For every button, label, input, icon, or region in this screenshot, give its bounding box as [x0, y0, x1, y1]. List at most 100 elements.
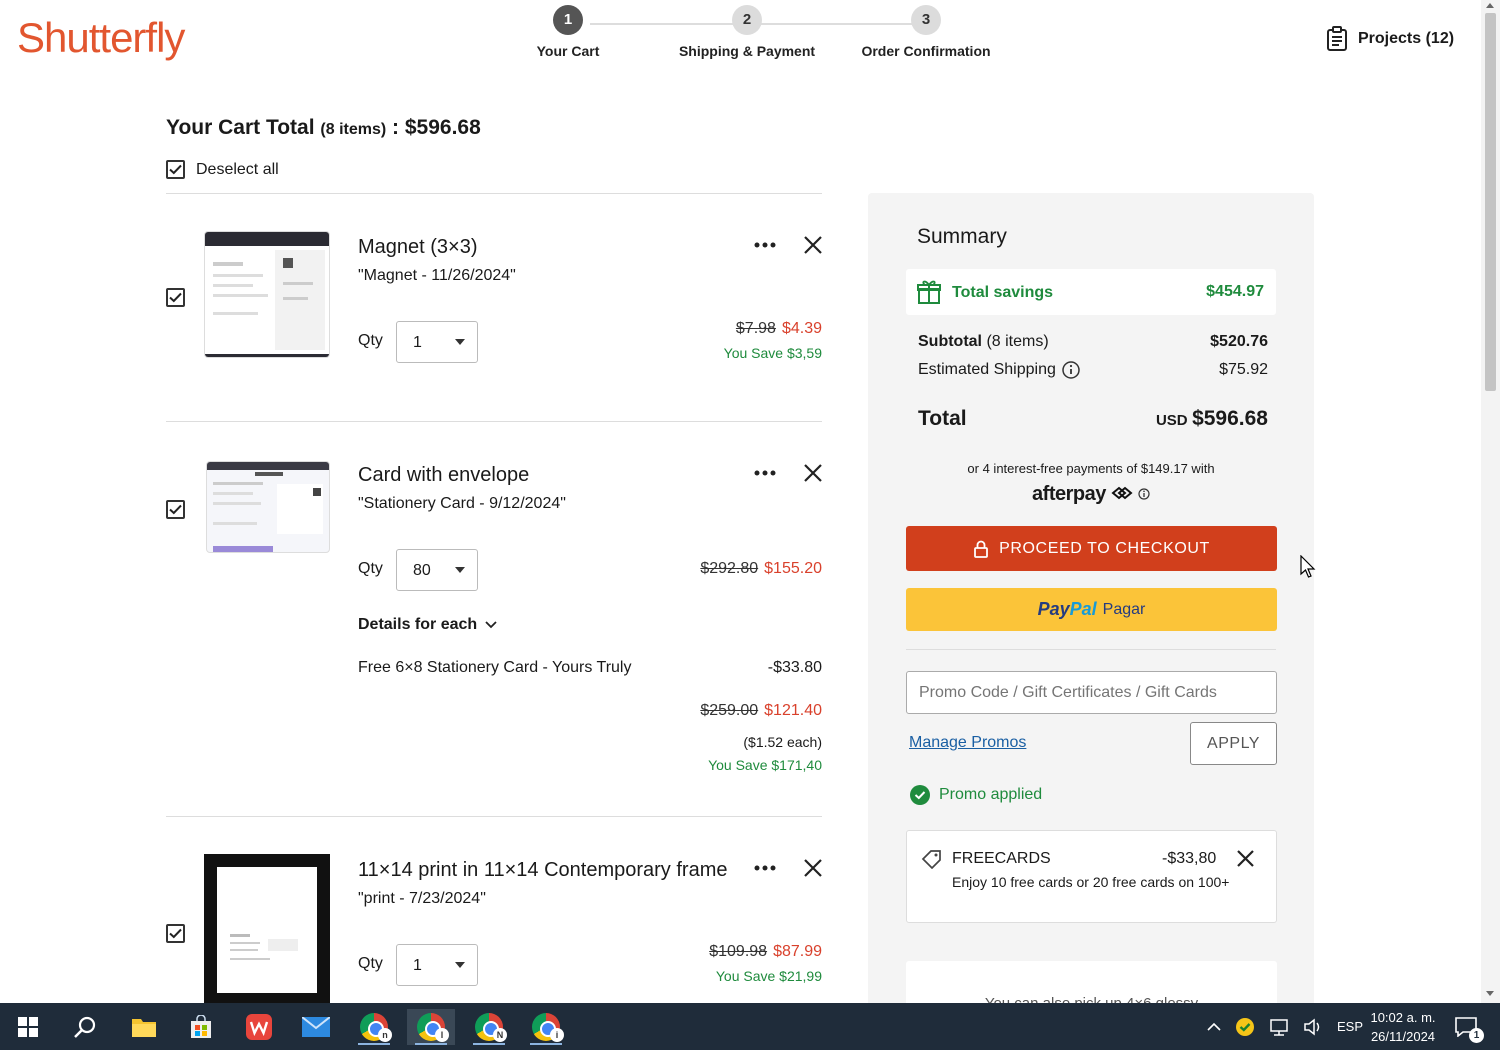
item-title[interactable]: Magnet (3×3) [358, 236, 478, 259]
paypal-pagar-label: Pagar [1102, 600, 1146, 618]
qty-label: Qty [358, 332, 383, 349]
chrome-profile-button[interactable]: i [522, 1009, 570, 1045]
page-scrollbar[interactable] [1481, 0, 1500, 1003]
total-savings-box: Total savings $454.97 [906, 269, 1276, 315]
chrome-profile-button[interactable]: l [407, 1009, 455, 1045]
deselect-all[interactable]: Deselect all [166, 160, 279, 179]
card-thumbnail-image [207, 462, 329, 552]
remove-item-icon[interactable] [804, 464, 822, 482]
step-number: 1 [553, 5, 583, 35]
item-subtitle: "Magnet - 11/26/2024" [358, 267, 516, 284]
qty-select[interactable]: 1 [396, 944, 478, 986]
proceed-to-checkout-button[interactable]: PROCEED TO CHECKOUT [906, 526, 1277, 571]
folder-icon [132, 1019, 156, 1037]
info-icon[interactable] [1138, 488, 1150, 500]
qty-value: 1 [413, 334, 422, 351]
item-thumbnail[interactable] [206, 461, 330, 553]
check-icon [169, 164, 182, 175]
mail-button[interactable] [292, 1009, 340, 1045]
item-title[interactable]: Card with envelope [358, 464, 529, 487]
item-title[interactable]: 11×14 print in 11×14 Contemporary frame [358, 859, 727, 882]
cart-total-value: : $596.68 [392, 116, 481, 139]
scroll-up-arrow-icon[interactable] [1486, 3, 1494, 8]
deselect-all-checkbox[interactable] [166, 160, 185, 179]
system-clock[interactable]: 10:02 a. m. 26/11/2024 [1358, 1008, 1448, 1046]
projects-link[interactable]: Projects (12) [1326, 26, 1454, 52]
chevron-down-icon [455, 962, 465, 968]
manage-promos-link[interactable]: Manage Promos [909, 734, 1026, 752]
item-final-price: $259.00 $121.40 [700, 702, 822, 720]
promo-code-name: FREECARDS [952, 850, 1051, 867]
item-checkbox[interactable] [166, 500, 185, 519]
step-label: Shipping & Payment [678, 43, 816, 59]
chevron-down-icon [485, 621, 497, 629]
file-explorer-button[interactable] [120, 1009, 168, 1045]
store-icon [191, 1015, 211, 1038]
chrome-profile-button[interactable]: n [350, 1009, 398, 1045]
lock-icon [974, 540, 988, 558]
promo-code-input[interactable] [906, 671, 1277, 714]
shutterfly-logo[interactable]: Shutterfly [17, 14, 185, 62]
windows-taskbar: n l N i ESP 10:02 a. m. 26/11/2024 1 [0, 1003, 1500, 1050]
item-price: $7.98 $4.39 [736, 320, 822, 338]
afterpay-logo[interactable]: afterpay [906, 483, 1276, 506]
qty-value: 80 [413, 562, 431, 579]
search-icon [74, 1016, 96, 1038]
frame-thumbnail-image [204, 854, 330, 1003]
qty-select[interactable]: 80 [396, 549, 478, 591]
item-checkbox[interactable] [166, 924, 185, 943]
remove-promo-icon[interactable] [1237, 850, 1254, 867]
item-thumbnail[interactable] [204, 231, 330, 358]
step-label: Your Cart [536, 43, 600, 59]
qty-value: 1 [413, 957, 422, 974]
system-tray: ESP [1207, 1003, 1363, 1050]
chevron-up-icon[interactable] [1207, 1022, 1221, 1032]
item-price: $109.98 $87.99 [709, 943, 822, 961]
step-number: 3 [911, 5, 941, 35]
wps-office-button[interactable] [235, 1009, 283, 1045]
subtotal-count: (8 items) [986, 333, 1049, 350]
summary-title: Summary [917, 225, 1007, 248]
chevron-down-icon [455, 339, 465, 345]
step-order-confirmation: 3 Order Confirmation [856, 5, 996, 59]
scroll-down-arrow-icon[interactable] [1486, 991, 1494, 996]
norton-icon[interactable] [1235, 1017, 1255, 1037]
more-options-icon[interactable] [754, 242, 776, 248]
step-number: 2 [732, 5, 762, 35]
clock-time: 10:02 a. m. [1370, 1010, 1436, 1025]
qty-select[interactable]: 1 [396, 321, 478, 363]
sale-price: $87.99 [773, 943, 822, 960]
item-actions [754, 236, 822, 254]
chevron-down-icon [455, 567, 465, 573]
chrome-profile-button[interactable]: N [465, 1009, 513, 1045]
paypal-button[interactable]: PayPal Pagar [906, 588, 1277, 631]
details-for-each-toggle[interactable]: Details for each [358, 616, 497, 634]
store-button[interactable] [177, 1009, 225, 1045]
item-thumbnail[interactable] [204, 854, 330, 1003]
you-save: You Save $171,40 [708, 757, 822, 773]
afterpay-arrows-icon [1111, 486, 1133, 500]
more-options-icon[interactable] [754, 470, 776, 476]
running-indicator [473, 1043, 505, 1045]
tag-icon [921, 850, 941, 869]
gift-icon [917, 280, 941, 304]
apply-button[interactable]: APPLY [1190, 722, 1277, 765]
scroll-thumb[interactable] [1485, 13, 1496, 391]
notification-center-button[interactable]: 1 [1446, 1009, 1486, 1045]
more-options-icon[interactable] [754, 865, 776, 871]
network-icon[interactable] [1269, 1018, 1289, 1036]
final-original-price: $259.00 [700, 702, 759, 719]
running-indicator [358, 1043, 390, 1045]
chrome-profile-badge: N [493, 1028, 507, 1042]
info-icon[interactable] [1062, 361, 1080, 379]
cart-item-card: Card with envelope "Stationery Card - 9/… [166, 422, 822, 816]
start-button[interactable] [4, 1009, 52, 1045]
running-indicator [530, 1043, 562, 1045]
remove-item-icon[interactable] [804, 859, 822, 877]
mail-icon [302, 1017, 330, 1037]
item-subtitle: "print - 7/23/2024" [358, 890, 486, 907]
item-checkbox[interactable] [166, 288, 185, 307]
search-button[interactable] [61, 1009, 109, 1045]
remove-item-icon[interactable] [804, 236, 822, 254]
volume-icon[interactable] [1303, 1017, 1323, 1036]
